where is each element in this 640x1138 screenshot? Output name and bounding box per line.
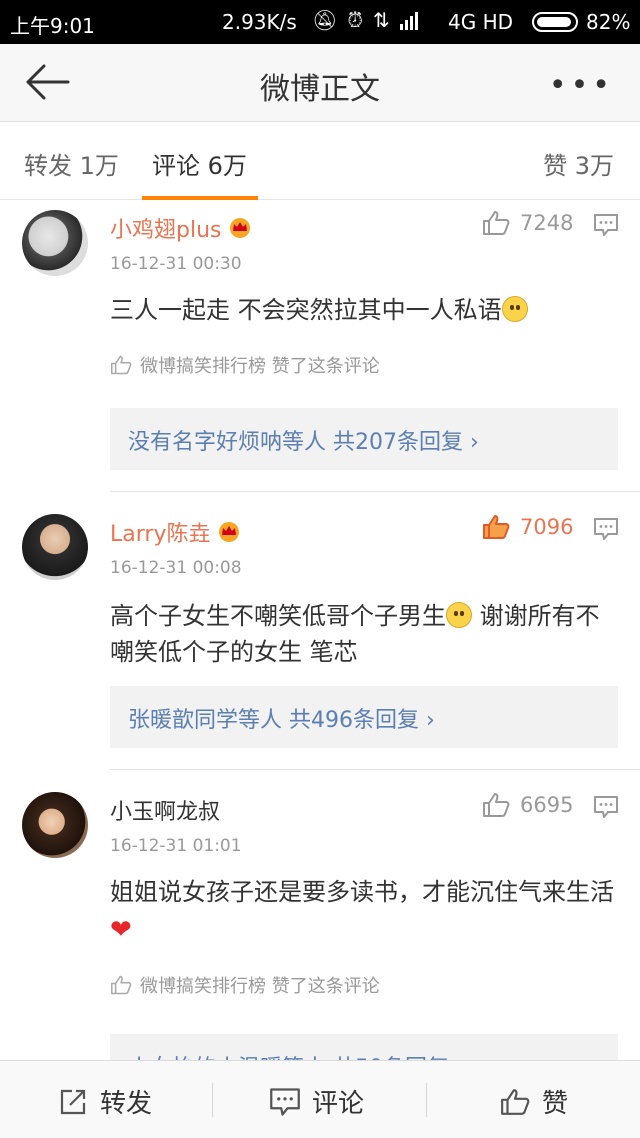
comment-text: 姐姐说女孩子还是要多读书，才能沉住气来生活 ❤ <box>110 874 614 948</box>
username-text[interactable]: Larry陈垚 <box>110 516 210 548</box>
signal-icon <box>399 10 418 30</box>
comment-time: 16-12-31 00:30 <box>110 254 242 274</box>
comment-username[interactable]: Larry陈垚 <box>110 516 242 548</box>
username-text[interactable]: 小鸡翅plus <box>110 212 221 244</box>
status-battery: 82% <box>586 10 631 34</box>
comment-time: 16-12-31 00:08 <box>110 558 242 578</box>
divider <box>426 1083 427 1117</box>
page-title: 微博正文 <box>260 72 380 107</box>
comment-reply-icon[interactable] <box>594 796 618 818</box>
avatar[interactable] <box>22 210 88 276</box>
repost-button[interactable]: 转发 <box>58 1083 152 1120</box>
comment-item: 小鸡翅plus 7248 16-12-31 00:30 三人一起走 不会突然拉其… <box>0 200 640 492</box>
bottom-toolbar: 转发 评论 赞 <box>0 1060 640 1138</box>
status-time: 上午9:01 <box>10 14 95 38</box>
comment-button[interactable]: 评论 <box>270 1083 364 1120</box>
thumbs-up-icon <box>483 211 510 235</box>
comment-text: 三人一起走 不会突然拉其中一人私语 <box>110 292 614 328</box>
status-icons: 🔕︎ ⏰︎ ⇅ <box>312 8 418 32</box>
vip-crown-icon <box>230 218 251 238</box>
like-count: 6695 <box>520 793 574 817</box>
thumbs-up-icon <box>110 355 132 375</box>
thumbs-up-icon <box>483 793 510 817</box>
divider <box>212 1083 213 1117</box>
status-speed: 2.93K/s <box>222 10 297 34</box>
like-count: 7096 <box>520 515 574 539</box>
comment-item: Larry陈垚 7096 16-12-31 00:08 高个子女生不嘲笑低哥个子… <box>0 492 640 770</box>
nav-bar: 微博正文 ••• <box>0 44 640 122</box>
liked-by-note: 微博搞笑排行榜 赞了这条评论 <box>110 352 380 378</box>
replies-link[interactable]: 没有名字好烦呐等人 共207条回复 › <box>110 408 618 470</box>
comment-item: 小玉啊龙叔 6695 16-12-31 01:01 姐姐说女孩子还是要多读书，才… <box>0 770 640 1060</box>
avatar[interactable] <box>22 514 88 580</box>
comment-username[interactable]: 小玉啊龙叔 <box>110 794 220 826</box>
comment-username[interactable]: 小鸡翅plus <box>110 212 253 244</box>
tab-comment[interactable]: 评论 6万 <box>152 146 247 181</box>
alarm-icon: ⏰︎ <box>347 8 363 32</box>
comment-text: 高个子女生不嘲笑低哥个子男生 谢谢所有不嘲笑低个子的女生 笔芯 <box>110 598 614 670</box>
liked-by-text: 微博搞笑排行榜 赞了这条评论 <box>140 356 380 377</box>
comment-label: 评论 <box>312 1089 365 1119</box>
comment-time: 16-12-31 01:01 <box>110 836 242 856</box>
replies-link[interactable]: 小女怡的小温暖等人 共50条回复 › <box>110 1034 618 1060</box>
battery-icon <box>532 12 578 32</box>
repost-label: 转发 <box>100 1089 153 1119</box>
like-bottom-button[interactable]: 赞 <box>500 1083 568 1120</box>
heart-icon: ❤ <box>110 915 132 945</box>
thumbs-up-icon <box>501 1088 530 1115</box>
like-label: 赞 <box>542 1089 569 1119</box>
comment-icon <box>270 1087 300 1116</box>
replies-link[interactable]: 张暖歆同学等人 共496条回复 › <box>110 686 618 748</box>
thumbs-up-icon <box>483 515 510 539</box>
username-text[interactable]: 小玉啊龙叔 <box>110 794 220 826</box>
tab-like[interactable]: 赞 3万 <box>543 146 614 181</box>
comment-text-content: 姐姐说女孩子还是要多读书，才能沉住气来生活 <box>110 878 614 906</box>
like-button[interactable]: 6695 <box>482 792 573 818</box>
avatar[interactable] <box>22 792 88 858</box>
comment-text-content: 三人一起走 不会突然拉其中一人私语 <box>110 296 502 324</box>
repost-icon <box>60 1089 86 1114</box>
status-network: 4G HD <box>448 10 514 34</box>
comment-text-content: 高个子女生不嘲笑低哥个子男生 <box>110 602 446 630</box>
vip-crown-icon <box>219 522 240 542</box>
liked-by-note: 微博搞笑排行榜 赞了这条评论 <box>110 972 380 998</box>
emoji-icon <box>446 602 472 628</box>
bell-off-icon: 🔕︎ <box>312 8 338 32</box>
status-bar: 上午9:01 2.93K/s 🔕︎ ⏰︎ ⇅ 4G HD 82% <box>0 0 640 44</box>
tab-repost[interactable]: 转发 1万 <box>24 146 119 181</box>
detail-tabs: 转发 1万 评论 6万 赞 3万 <box>0 122 640 200</box>
liked-by-text: 微博搞笑排行榜 赞了这条评论 <box>140 976 380 997</box>
comment-reply-icon[interactable] <box>594 518 618 540</box>
emoji-icon <box>501 296 528 322</box>
more-icon[interactable]: ••• <box>549 68 614 103</box>
like-count: 7248 <box>520 211 574 235</box>
like-button[interactable]: 7248 <box>482 210 573 236</box>
data-transfer-icon: ⇅ <box>373 8 390 32</box>
comment-reply-icon[interactable] <box>594 214 618 236</box>
like-button[interactable]: 7096 <box>482 514 573 540</box>
thumbs-up-icon <box>110 975 132 995</box>
